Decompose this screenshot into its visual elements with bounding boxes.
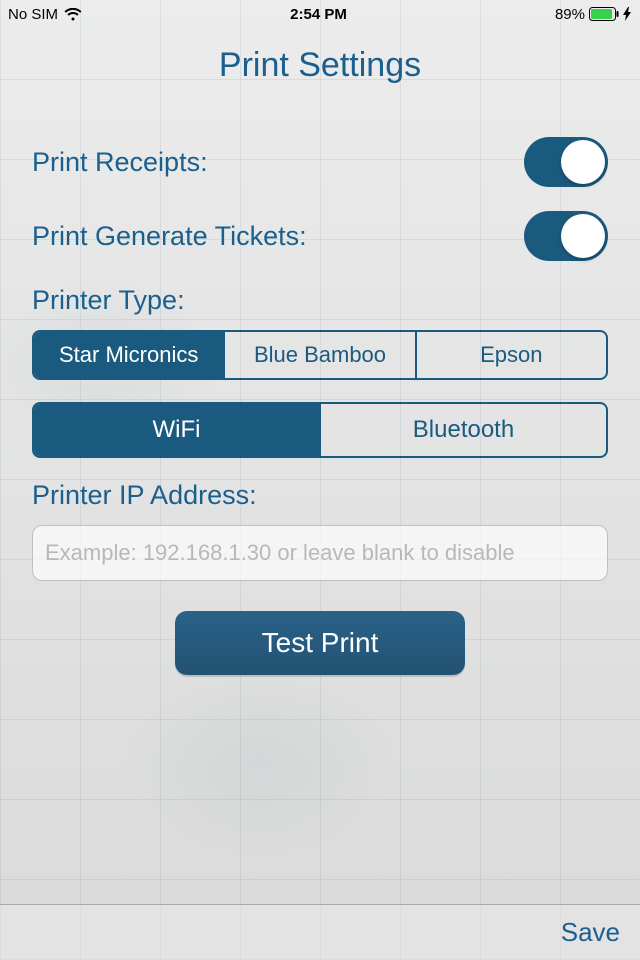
printer-ip-label: Printer IP Address: <box>32 480 608 511</box>
print-generate-tickets-toggle[interactable] <box>524 211 608 261</box>
status-bar: No SIM 2:54 PM 89% <box>0 0 640 28</box>
battery-icon <box>589 7 619 21</box>
connection-segmented: WiFi Bluetooth <box>32 402 608 458</box>
printer-type-option-blue-bamboo[interactable]: Blue Bamboo <box>225 332 416 378</box>
printer-type-option-epson[interactable]: Epson <box>417 332 606 378</box>
carrier-text: No SIM <box>8 6 58 23</box>
page-header: Print Settings <box>0 28 640 93</box>
page-title: Print Settings <box>0 46 640 85</box>
print-generate-tickets-row: Print Generate Tickets: <box>32 211 608 261</box>
wifi-icon <box>64 8 82 21</box>
connection-option-wifi[interactable]: WiFi <box>34 404 321 456</box>
test-print-button[interactable]: Test Print <box>175 611 465 675</box>
print-generate-tickets-label: Print Generate Tickets: <box>32 221 307 252</box>
footer-bar: Save <box>0 904 640 960</box>
charging-icon <box>623 7 632 21</box>
connection-option-bluetooth[interactable]: Bluetooth <box>321 404 606 456</box>
printer-ip-input[interactable] <box>32 525 608 581</box>
status-time: 2:54 PM <box>290 6 347 23</box>
print-receipts-row: Print Receipts: <box>32 137 608 187</box>
printer-type-option-star-micronics[interactable]: Star Micronics <box>34 332 225 378</box>
print-receipts-label: Print Receipts: <box>32 147 208 178</box>
print-receipts-toggle[interactable] <box>524 137 608 187</box>
save-button[interactable]: Save <box>561 917 620 948</box>
printer-type-segmented: Star Micronics Blue Bamboo Epson <box>32 330 608 380</box>
battery-pct: 89% <box>555 6 585 23</box>
printer-type-label: Printer Type: <box>32 285 608 316</box>
